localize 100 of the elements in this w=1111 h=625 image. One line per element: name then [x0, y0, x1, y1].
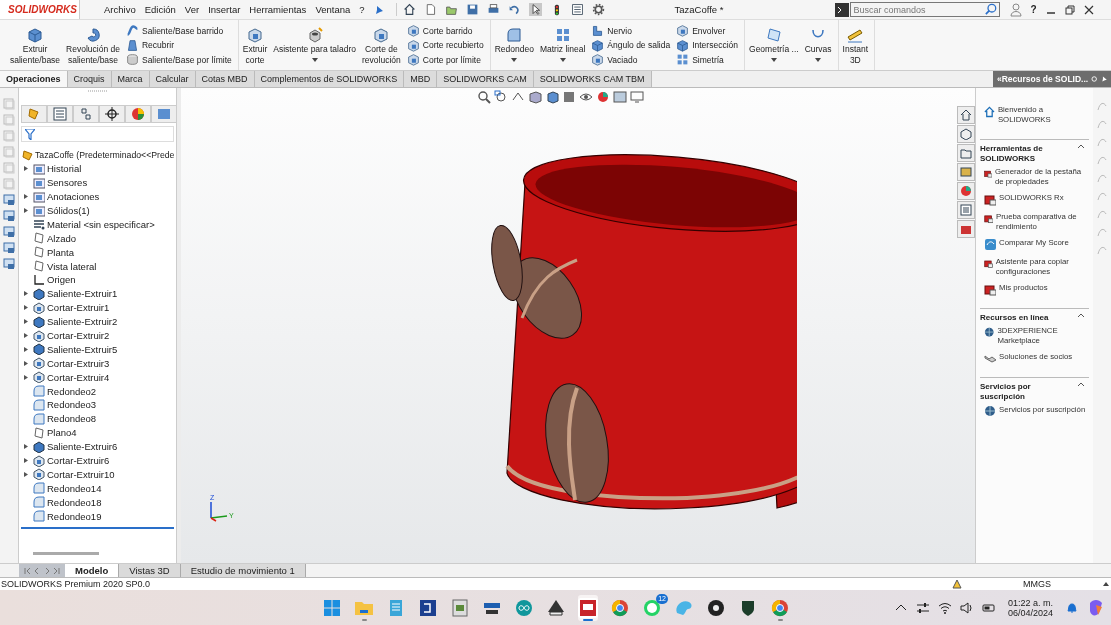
- ribbon-button[interactable]: Revolución de saliente/base: [66, 44, 120, 66]
- command-tab[interactable]: Calcular: [149, 71, 196, 87]
- command-tab[interactable]: Cotas MBD: [195, 71, 255, 87]
- tree-item[interactable]: Planta: [47, 246, 74, 258]
- scene-icon[interactable]: [613, 90, 627, 104]
- expand-arrow-icon[interactable]: [23, 319, 29, 325]
- model-tab[interactable]: Estudio de movimiento 1: [180, 564, 306, 577]
- ribbon-button[interactable]: Instant 3D: [842, 44, 869, 66]
- caret-icon[interactable]: [1103, 582, 1109, 586]
- sketch-tool-icon[interactable]: [3, 226, 15, 238]
- tree-item[interactable]: Redondeo19: [47, 510, 102, 522]
- command-tab[interactable]: MBD: [404, 71, 438, 87]
- zoom-icon[interactable]: [477, 90, 491, 104]
- tree-item[interactable]: Cortar-Extruir6: [47, 455, 110, 467]
- tree-item[interactable]: Redondeo14: [47, 482, 102, 494]
- home-icon[interactable]: [402, 3, 416, 16]
- eye-icon[interactable]: [579, 90, 593, 104]
- ribbon-button[interactable]: Geometría ...: [749, 44, 799, 55]
- ribbon-button[interactable]: Curvas: [804, 44, 832, 55]
- tree-item[interactable]: Cortar-Extruir10: [47, 468, 115, 480]
- tree-item[interactable]: Historial: [47, 163, 82, 175]
- round-browser-icon[interactable]: [770, 597, 790, 618]
- ribbon-button[interactable]: Corte por límite: [422, 54, 481, 65]
- ribbon-button[interactable]: Extruir corte: [242, 44, 268, 66]
- close-icon[interactable]: [1083, 4, 1094, 15]
- search-field[interactable]: Buscar comandos: [849, 2, 1000, 17]
- appearance-icon[interactable]: [596, 90, 610, 104]
- expand-arrow-icon[interactable]: [23, 208, 29, 213]
- caret-icon[interactable]: [815, 58, 822, 62]
- rollback-bar[interactable]: [21, 527, 174, 530]
- tree-item[interactable]: Material <sin especificar>: [47, 218, 155, 230]
- tree-item[interactable]: Saliente-Extruir5: [47, 343, 118, 355]
- command-tab[interactable]: Complementos de SOLIDWORKS: [254, 71, 405, 87]
- tree-item[interactable]: TazaCoffe (Predeterminado<<Prede: [35, 149, 175, 160]
- ribbon-button[interactable]: Saliente/Base por límite: [141, 54, 232, 65]
- expand-arrow-icon[interactable]: [23, 333, 29, 338]
- ribbon-button[interactable]: Intersección: [692, 40, 738, 50]
- round-browser-icon[interactable]: [610, 597, 630, 618]
- tree-item[interactable]: Sensores: [47, 177, 88, 189]
- pointer-icon[interactable]: [528, 3, 542, 16]
- menu-item[interactable]: Archivo: [104, 4, 136, 15]
- model-tab[interactable]: Modelo: [65, 564, 120, 577]
- ribbon-button[interactable]: Vaciado: [607, 54, 638, 65]
- infinity-icon[interactable]: [514, 597, 534, 618]
- gear-icon[interactable]: [591, 3, 605, 16]
- configuration-icon[interactable]: [78, 106, 94, 122]
- caret-icon[interactable]: [559, 58, 566, 62]
- command-tab[interactable]: Operaciones: [0, 71, 68, 87]
- tree-item[interactable]: Cortar-Extruir1: [47, 302, 110, 314]
- ribbon-button[interactable]: Simetría: [692, 54, 724, 65]
- print-icon[interactable]: [486, 3, 500, 16]
- expand-arrow-icon[interactable]: [23, 471, 29, 477]
- expand-arrow-icon[interactable]: [23, 291, 29, 297]
- command-tab[interactable]: SOLIDWORKS CAM: [437, 71, 534, 87]
- start-icon[interactable]: [322, 597, 342, 618]
- ribbon-button[interactable]: Redondeo: [494, 44, 534, 55]
- tree-item[interactable]: Plano4: [47, 427, 77, 439]
- expand-arrow-icon[interactable]: [23, 194, 29, 200]
- units-selector[interactable]: MMGS: [1023, 579, 1103, 589]
- list-icon[interactable]: [570, 3, 584, 16]
- feature-manager-icon[interactable]: [26, 106, 42, 122]
- scrollbar-thumb[interactable]: [33, 552, 99, 555]
- circuit-board-icon[interactable]: [450, 597, 470, 618]
- color-wheel-icon[interactable]: [130, 106, 146, 122]
- tree-item[interactable]: Sólidos(1): [47, 205, 90, 216]
- display-icon[interactable]: [156, 106, 172, 122]
- expand-arrow-icon[interactable]: [23, 374, 29, 380]
- caret-icon[interactable]: [770, 58, 777, 62]
- property-manager-icon[interactable]: [52, 106, 68, 122]
- tree-item[interactable]: Cortar-Extruir3: [47, 357, 110, 369]
- tree-item[interactable]: Cortar-Extruir2: [47, 330, 110, 341]
- sketch-tool-icon[interactable]: [3, 194, 15, 206]
- tree-item[interactable]: Alzado: [47, 232, 77, 244]
- ribbon-button[interactable]: Matriz lineal: [539, 44, 586, 55]
- ribbon-button[interactable]: Nervio: [607, 25, 632, 36]
- expand-arrow-icon[interactable]: [23, 346, 29, 352]
- help-button[interactable]: ?: [1030, 4, 1037, 15]
- tree-item[interactable]: Redondeo3: [47, 399, 97, 411]
- bell-icon[interactable]: [1065, 600, 1079, 615]
- search-icon[interactable]: [984, 3, 997, 15]
- tree-item[interactable]: Saliente-Extruir1: [47, 288, 118, 300]
- menu-item[interactable]: Ver: [184, 4, 200, 15]
- menu-item[interactable]: Ventana: [315, 4, 351, 15]
- filter-field[interactable]: [21, 126, 174, 142]
- tree-item[interactable]: Cortar-Extruir4: [47, 371, 110, 383]
- collapse-chevron-icon[interactable]: [1077, 382, 1085, 387]
- menu-item[interactable]: ?: [359, 4, 365, 15]
- tree-item[interactable]: Anotaciones: [47, 191, 100, 203]
- expand-arrow-icon[interactable]: [23, 360, 29, 366]
- menu-item[interactable]: Herramientas: [249, 4, 307, 15]
- collapse-chevron-icon[interactable]: [1077, 313, 1085, 318]
- ribbon-button[interactable]: Extruir saliente/base: [10, 44, 61, 66]
- speaker-icon[interactable]: [959, 600, 974, 615]
- sliders-icon[interactable]: [915, 600, 930, 615]
- clock[interactable]: 01:22 a. m. 06/04/2024: [1007, 597, 1053, 618]
- menu-item[interactable]: Insertar: [208, 4, 241, 15]
- command-prompt-icon[interactable]: [834, 2, 849, 17]
- ribbon-button[interactable]: Saliente/Base barrido: [141, 25, 224, 36]
- tree-item[interactable]: Redondeo18: [47, 496, 102, 508]
- display-style-icon[interactable]: [562, 90, 576, 104]
